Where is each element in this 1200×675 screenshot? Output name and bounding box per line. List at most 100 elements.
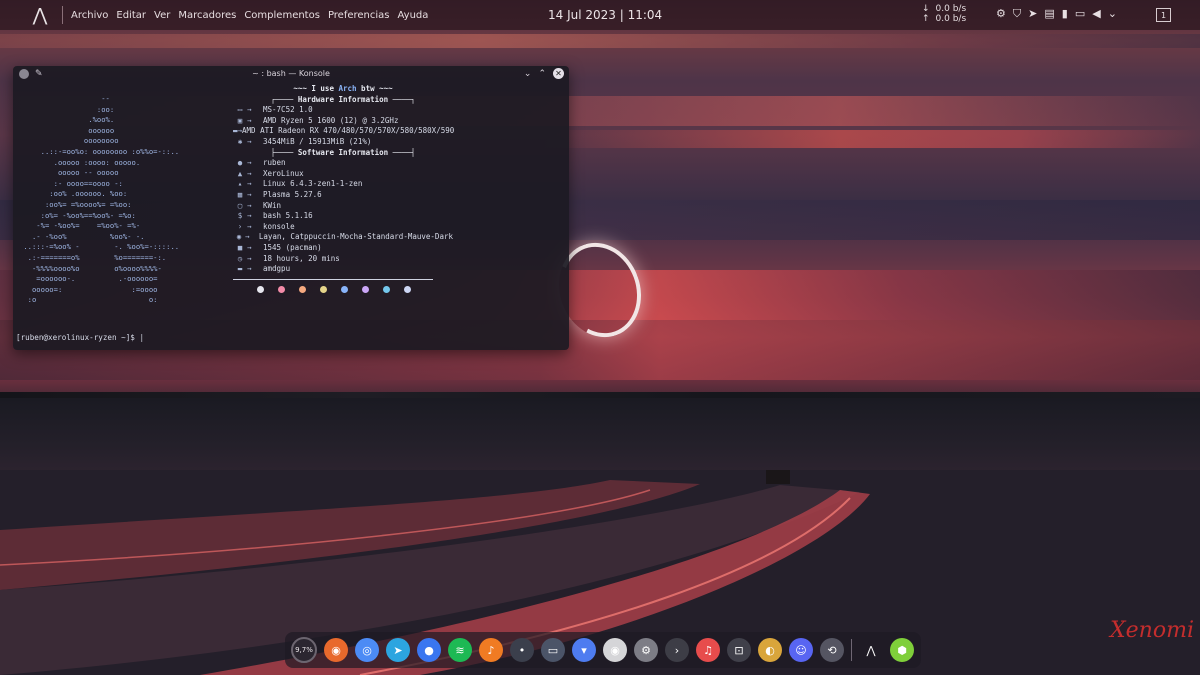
menu-preferencias[interactable]: Preferencias — [328, 10, 390, 21]
global-menu: Archivo Editar Ver Marcadores Complement… — [71, 10, 428, 21]
menu-complementos[interactable]: Complementos — [244, 10, 320, 21]
info-value: XeroLinux — [263, 168, 304, 178]
palette-swatch — [299, 285, 306, 293]
arrow-icon: → — [247, 136, 252, 146]
disk-icon[interactable]: ◉ — [603, 638, 627, 662]
download-arrow-icon: ↓ — [922, 4, 930, 14]
info-value: AMD ATI Radeon RX 470/480/570/570X/580/5… — [242, 126, 455, 136]
settings-icon[interactable]: ⚙ — [634, 638, 658, 662]
software-section-title: ├──── Software Information ────┤ — [270, 147, 416, 157]
de-icon: ▦ — [237, 189, 243, 199]
info-value: MS-7C52 1.0 — [263, 105, 313, 115]
maximize-chevron-icon[interactable]: ⌃ — [538, 69, 546, 79]
tray-shield-icon[interactable]: ⛉ — [1013, 7, 1021, 21]
xero-launcher-icon[interactable]: ⋀ — [859, 638, 883, 662]
discord-icon[interactable]: ☺ — [789, 638, 813, 662]
telegram-icon[interactable]: ➤ — [386, 638, 410, 662]
music-icon[interactable]: ♫ — [696, 638, 720, 662]
konsole-icon[interactable]: › — [665, 638, 689, 662]
store-icon[interactable]: ▾ — [572, 638, 596, 662]
wallpaper-ground — [0, 398, 1200, 478]
xerolinux-logo-icon[interactable]: ⋀ — [26, 0, 54, 30]
arrow-icon: → — [247, 179, 252, 189]
steam-icon[interactable]: ⟲ — [820, 638, 844, 662]
firefox-icon[interactable]: ◉ — [324, 638, 348, 662]
arrow-icon: → — [247, 168, 252, 178]
menu-ayuda[interactable]: Ayuda — [398, 10, 429, 21]
cpu-icon: ▣ — [237, 115, 243, 125]
info-value: bash 5.1.16 — [263, 211, 313, 221]
palette-swatch — [278, 285, 285, 293]
info-value: Layan, Catppuccin-Mocha-Standard-Mauve-D… — [258, 232, 453, 242]
arrow-icon: → — [247, 253, 252, 263]
palette-swatch — [404, 285, 411, 293]
menu-archivo[interactable]: Archivo — [71, 10, 108, 21]
panel-separator — [62, 6, 63, 24]
menu-ver[interactable]: Ver — [154, 10, 170, 21]
audio-icon[interactable]: ♪ — [479, 638, 503, 662]
cpu-usage-widget[interactable]: 9,7% — [291, 637, 317, 663]
theme-icon: ◉ — [236, 232, 242, 242]
info-row: ▣ → AMD Ryzen 5 1600 (12) @ 3.2GHz — [233, 116, 453, 127]
tray-telegram-icon[interactable]: ➤ — [1028, 7, 1037, 21]
tray-expand-chevron-icon[interactable]: ⌄ — [1108, 7, 1117, 21]
system-tray: ⚙ ⛉ ➤ ▤ ▮ ▭ ◀ ⌄ — [996, 7, 1117, 21]
window-title: ~ : bash — Konsole — [252, 69, 330, 78]
paint-icon[interactable]: ◐ — [758, 638, 782, 662]
minimize-chevron-icon[interactable]: ⌄ — [524, 69, 532, 79]
tray-settings-icon[interactable]: ⚙ — [996, 7, 1006, 21]
screenshot-icon[interactable]: ⊡ — [727, 638, 751, 662]
info-value: Linux 6.4.3-zen1-1-zen — [263, 179, 363, 189]
arrow-icon: → — [247, 189, 252, 199]
konsole-window: ✎ ~ : bash — Konsole ⌄ ⌃ ✕ -- :oo: .%oo%… — [13, 66, 569, 350]
palette-swatch — [320, 285, 327, 293]
info-row: ▴ → Linux 6.4.3-zen1-1-zen — [233, 179, 453, 190]
info-value: KWin — [263, 200, 282, 210]
palette-swatch — [383, 285, 390, 293]
arrow-icon: → — [247, 242, 252, 252]
info-row: ◉ → Layan, Catppuccin-Mocha-Standard-Mauve… — [233, 232, 453, 243]
tray-usb-icon[interactable]: ▮ — [1062, 7, 1068, 21]
driver-icon: ▬ — [237, 264, 243, 274]
wm-icon: ▢ — [237, 200, 243, 210]
clock[interactable]: 14 Jul 2023 | 11:04 — [548, 8, 662, 22]
info-row: ▬ → amdgpu — [233, 264, 453, 275]
media-icon[interactable]: • — [510, 638, 534, 662]
virtual-desktop-pager[interactable]: 1 — [1156, 8, 1171, 22]
net-down-value: 0.0 b/s — [935, 4, 967, 14]
top-panel: ⋀ Archivo Editar Ver Marcadores Compleme… — [0, 0, 1200, 30]
tray-display-icon[interactable]: ▭ — [1075, 7, 1085, 21]
chromium-icon[interactable]: ◎ — [355, 638, 379, 662]
arrow-icon: → — [247, 115, 252, 125]
info-value: 1545 (pacman) — [263, 242, 322, 252]
kernel-icon: ▴ — [237, 179, 243, 189]
arrow-icon: → — [247, 221, 252, 231]
shell-prompt[interactable]: [ruben@xerolinux-ryzen ~]$ | — [16, 333, 144, 342]
info-row: ▬ → AMD ATI Radeon RX 470/480/570/570X/580… — [233, 126, 455, 137]
menu-marcadores[interactable]: Marcadores — [178, 10, 236, 21]
arrow-icon: → — [247, 264, 252, 274]
info-value: Plasma 5.27.6 — [263, 189, 322, 199]
info-value: AMD Ryzen 5 1600 (12) @ 3.2GHz — [263, 115, 399, 125]
info-row: ▭ → MS-7C52 1.0 — [233, 105, 453, 116]
network-speed-widget[interactable]: ↓ ↑ 0.0 b/s 0.0 b/s — [922, 4, 966, 24]
tray-clipboard-icon[interactable]: ▤ — [1044, 7, 1054, 21]
files-icon[interactable]: ▭ — [541, 638, 565, 662]
spotify-icon[interactable]: ≋ — [448, 638, 472, 662]
konsole-titlebar[interactable]: ✎ ~ : bash — Konsole ⌄ ⌃ ✕ — [13, 66, 569, 82]
signal-icon[interactable]: ● — [417, 638, 441, 662]
info-row: ● → ruben — [233, 158, 453, 169]
artist-signature: Xenomi — [1110, 618, 1194, 643]
upload-arrow-icon: ↑ — [922, 14, 930, 24]
palette-swatch — [341, 285, 348, 293]
color-palette — [257, 285, 453, 293]
menu-editar[interactable]: Editar — [116, 10, 146, 21]
info-row: ▢ → KWin — [233, 201, 453, 212]
package-box-icon[interactable]: ⬢ — [890, 638, 914, 662]
tray-volume-icon[interactable]: ◀ — [1092, 7, 1100, 21]
info-value: ruben — [263, 158, 286, 168]
arrow-icon: → — [247, 158, 252, 168]
info-tagline: ~~~ I use Arch btw ~~~ — [293, 84, 393, 93]
info-value: 3454MiB / 15913MiB (21%) — [263, 136, 372, 146]
close-icon[interactable]: ✕ — [553, 68, 564, 79]
